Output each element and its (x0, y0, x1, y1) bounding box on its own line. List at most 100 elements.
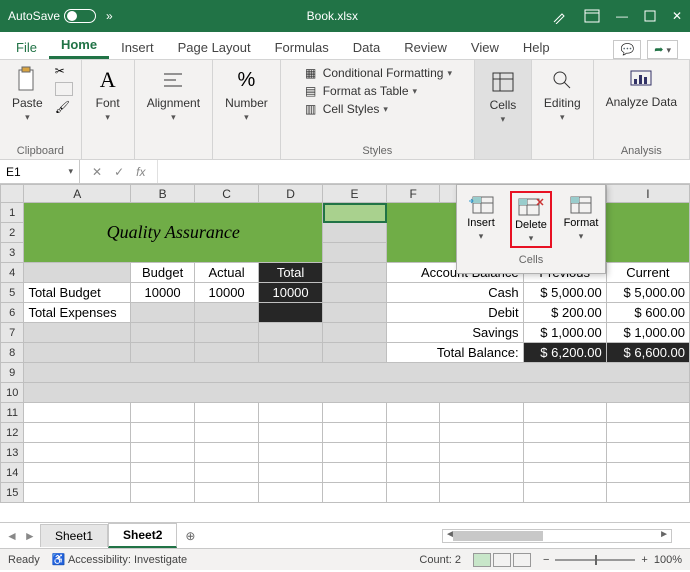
cell[interactable] (259, 483, 323, 503)
cell[interactable] (24, 363, 690, 383)
cell[interactable] (323, 323, 387, 343)
col-header-D[interactable]: D (259, 185, 323, 203)
cell[interactable] (131, 483, 195, 503)
editing-button[interactable]: Editing ▾ (540, 64, 585, 125)
cell[interactable] (440, 443, 523, 463)
cell[interactable] (606, 403, 689, 423)
cell[interactable] (259, 303, 323, 323)
cell[interactable] (259, 403, 323, 423)
minimize-icon[interactable]: — (616, 9, 628, 23)
cell[interactable] (195, 323, 259, 343)
zoom-track[interactable] (555, 559, 635, 561)
cell[interactable] (440, 483, 523, 503)
comments-button[interactable]: 💬 (613, 40, 641, 59)
cell[interactable] (131, 403, 195, 423)
insert-cells-button[interactable]: Insert▾ (460, 191, 502, 248)
cell[interactable] (259, 443, 323, 463)
cell[interactable] (323, 423, 387, 443)
cell[interactable] (323, 283, 387, 303)
font-button[interactable]: A Font ▾ (90, 64, 126, 125)
zoom-value[interactable]: 100% (654, 554, 682, 566)
cell[interactable] (523, 403, 606, 423)
tab-data[interactable]: Data (341, 36, 392, 59)
cell[interactable] (606, 463, 689, 483)
col-header-C[interactable]: C (195, 185, 259, 203)
row-header[interactable]: 8 (1, 343, 24, 363)
add-sheet-button[interactable]: ⊕ (177, 525, 203, 547)
row-header[interactable]: 5 (1, 283, 24, 303)
maximize-icon[interactable] (644, 10, 656, 22)
format-painter-button[interactable]: 🖌 (55, 100, 73, 114)
cell[interactable] (606, 483, 689, 503)
cell[interactable] (259, 423, 323, 443)
cell[interactable]: 10000 (195, 283, 259, 303)
cell[interactable] (195, 423, 259, 443)
cell[interactable] (323, 403, 387, 423)
row-header[interactable]: 3 (1, 243, 24, 263)
cell[interactable] (195, 343, 259, 363)
cell-E3[interactable] (323, 243, 387, 263)
cell[interactable] (195, 463, 259, 483)
cell[interactable] (323, 343, 387, 363)
more-commands[interactable]: » (106, 9, 113, 23)
cell[interactable] (131, 443, 195, 463)
fx-icon[interactable]: fx (136, 165, 145, 179)
row-header[interactable]: 7 (1, 323, 24, 343)
col-header-B[interactable]: B (131, 185, 195, 203)
cell[interactable] (323, 303, 387, 323)
cell[interactable] (24, 403, 131, 423)
cell[interactable] (523, 483, 606, 503)
row-cash[interactable]: Cash (387, 283, 524, 303)
row-header[interactable]: 2 (1, 223, 24, 243)
cell[interactable] (24, 463, 131, 483)
cell[interactable] (259, 323, 323, 343)
cell[interactable] (131, 343, 195, 363)
cell[interactable] (440, 423, 523, 443)
normal-view-icon[interactable] (473, 553, 491, 567)
hdr-total[interactable]: Total (259, 263, 323, 283)
sheet-tab-1[interactable]: Sheet1 (40, 524, 108, 547)
row-total-balance[interactable]: Total Balance: (387, 343, 524, 363)
next-sheet-icon[interactable]: ► (24, 529, 36, 543)
cell[interactable] (24, 323, 131, 343)
row-header[interactable]: 12 (1, 423, 24, 443)
cell[interactable]: $ 6,600.00 (606, 343, 689, 363)
cell[interactable] (323, 443, 387, 463)
tab-file[interactable]: File (4, 36, 49, 59)
select-all-corner[interactable] (1, 185, 24, 203)
col-header-E[interactable]: E (323, 185, 387, 203)
sheet-tab-2[interactable]: Sheet2 (108, 523, 177, 548)
col-header-A[interactable]: A (24, 185, 131, 203)
prev-sheet-icon[interactable]: ◄ (6, 529, 18, 543)
alignment-button[interactable]: Alignment ▾ (143, 64, 204, 125)
cell[interactable] (195, 443, 259, 463)
zoom-slider[interactable]: − + 100% (543, 554, 682, 566)
cancel-formula-icon[interactable]: ✕ (92, 165, 102, 179)
cell[interactable]: 10000 (259, 283, 323, 303)
row-header[interactable]: 10 (1, 383, 24, 403)
row-header[interactable]: 1 (1, 203, 24, 223)
cell[interactable] (387, 443, 440, 463)
worksheet[interactable]: A B C D E F G H I 1 Quality Assurance We… (0, 184, 690, 522)
share-button[interactable]: ➦ ▾ (647, 40, 678, 59)
col-header-F[interactable]: F (387, 185, 440, 203)
cell[interactable]: $ 200.00 (523, 303, 606, 323)
cell[interactable] (323, 463, 387, 483)
cell[interactable] (523, 423, 606, 443)
close-icon[interactable]: ✕ (672, 9, 682, 23)
cell-styles-button[interactable]: ▥Cell Styles▾ (303, 102, 388, 116)
zoom-out-icon[interactable]: − (543, 554, 549, 566)
cell[interactable] (24, 423, 131, 443)
cell[interactable] (523, 463, 606, 483)
cell-E1[interactable] (323, 203, 387, 223)
cell[interactable]: $ 6,200.00 (523, 343, 606, 363)
row-debit[interactable]: Debit (387, 303, 524, 323)
toggle-off-icon[interactable] (64, 9, 96, 23)
cell[interactable] (195, 403, 259, 423)
page-break-view-icon[interactable] (513, 553, 531, 567)
cell[interactable] (131, 323, 195, 343)
format-cells-button[interactable]: Format▾ (560, 191, 602, 248)
cell-E2[interactable] (323, 223, 387, 243)
row-header[interactable]: 11 (1, 403, 24, 423)
formula-input[interactable] (158, 160, 690, 183)
